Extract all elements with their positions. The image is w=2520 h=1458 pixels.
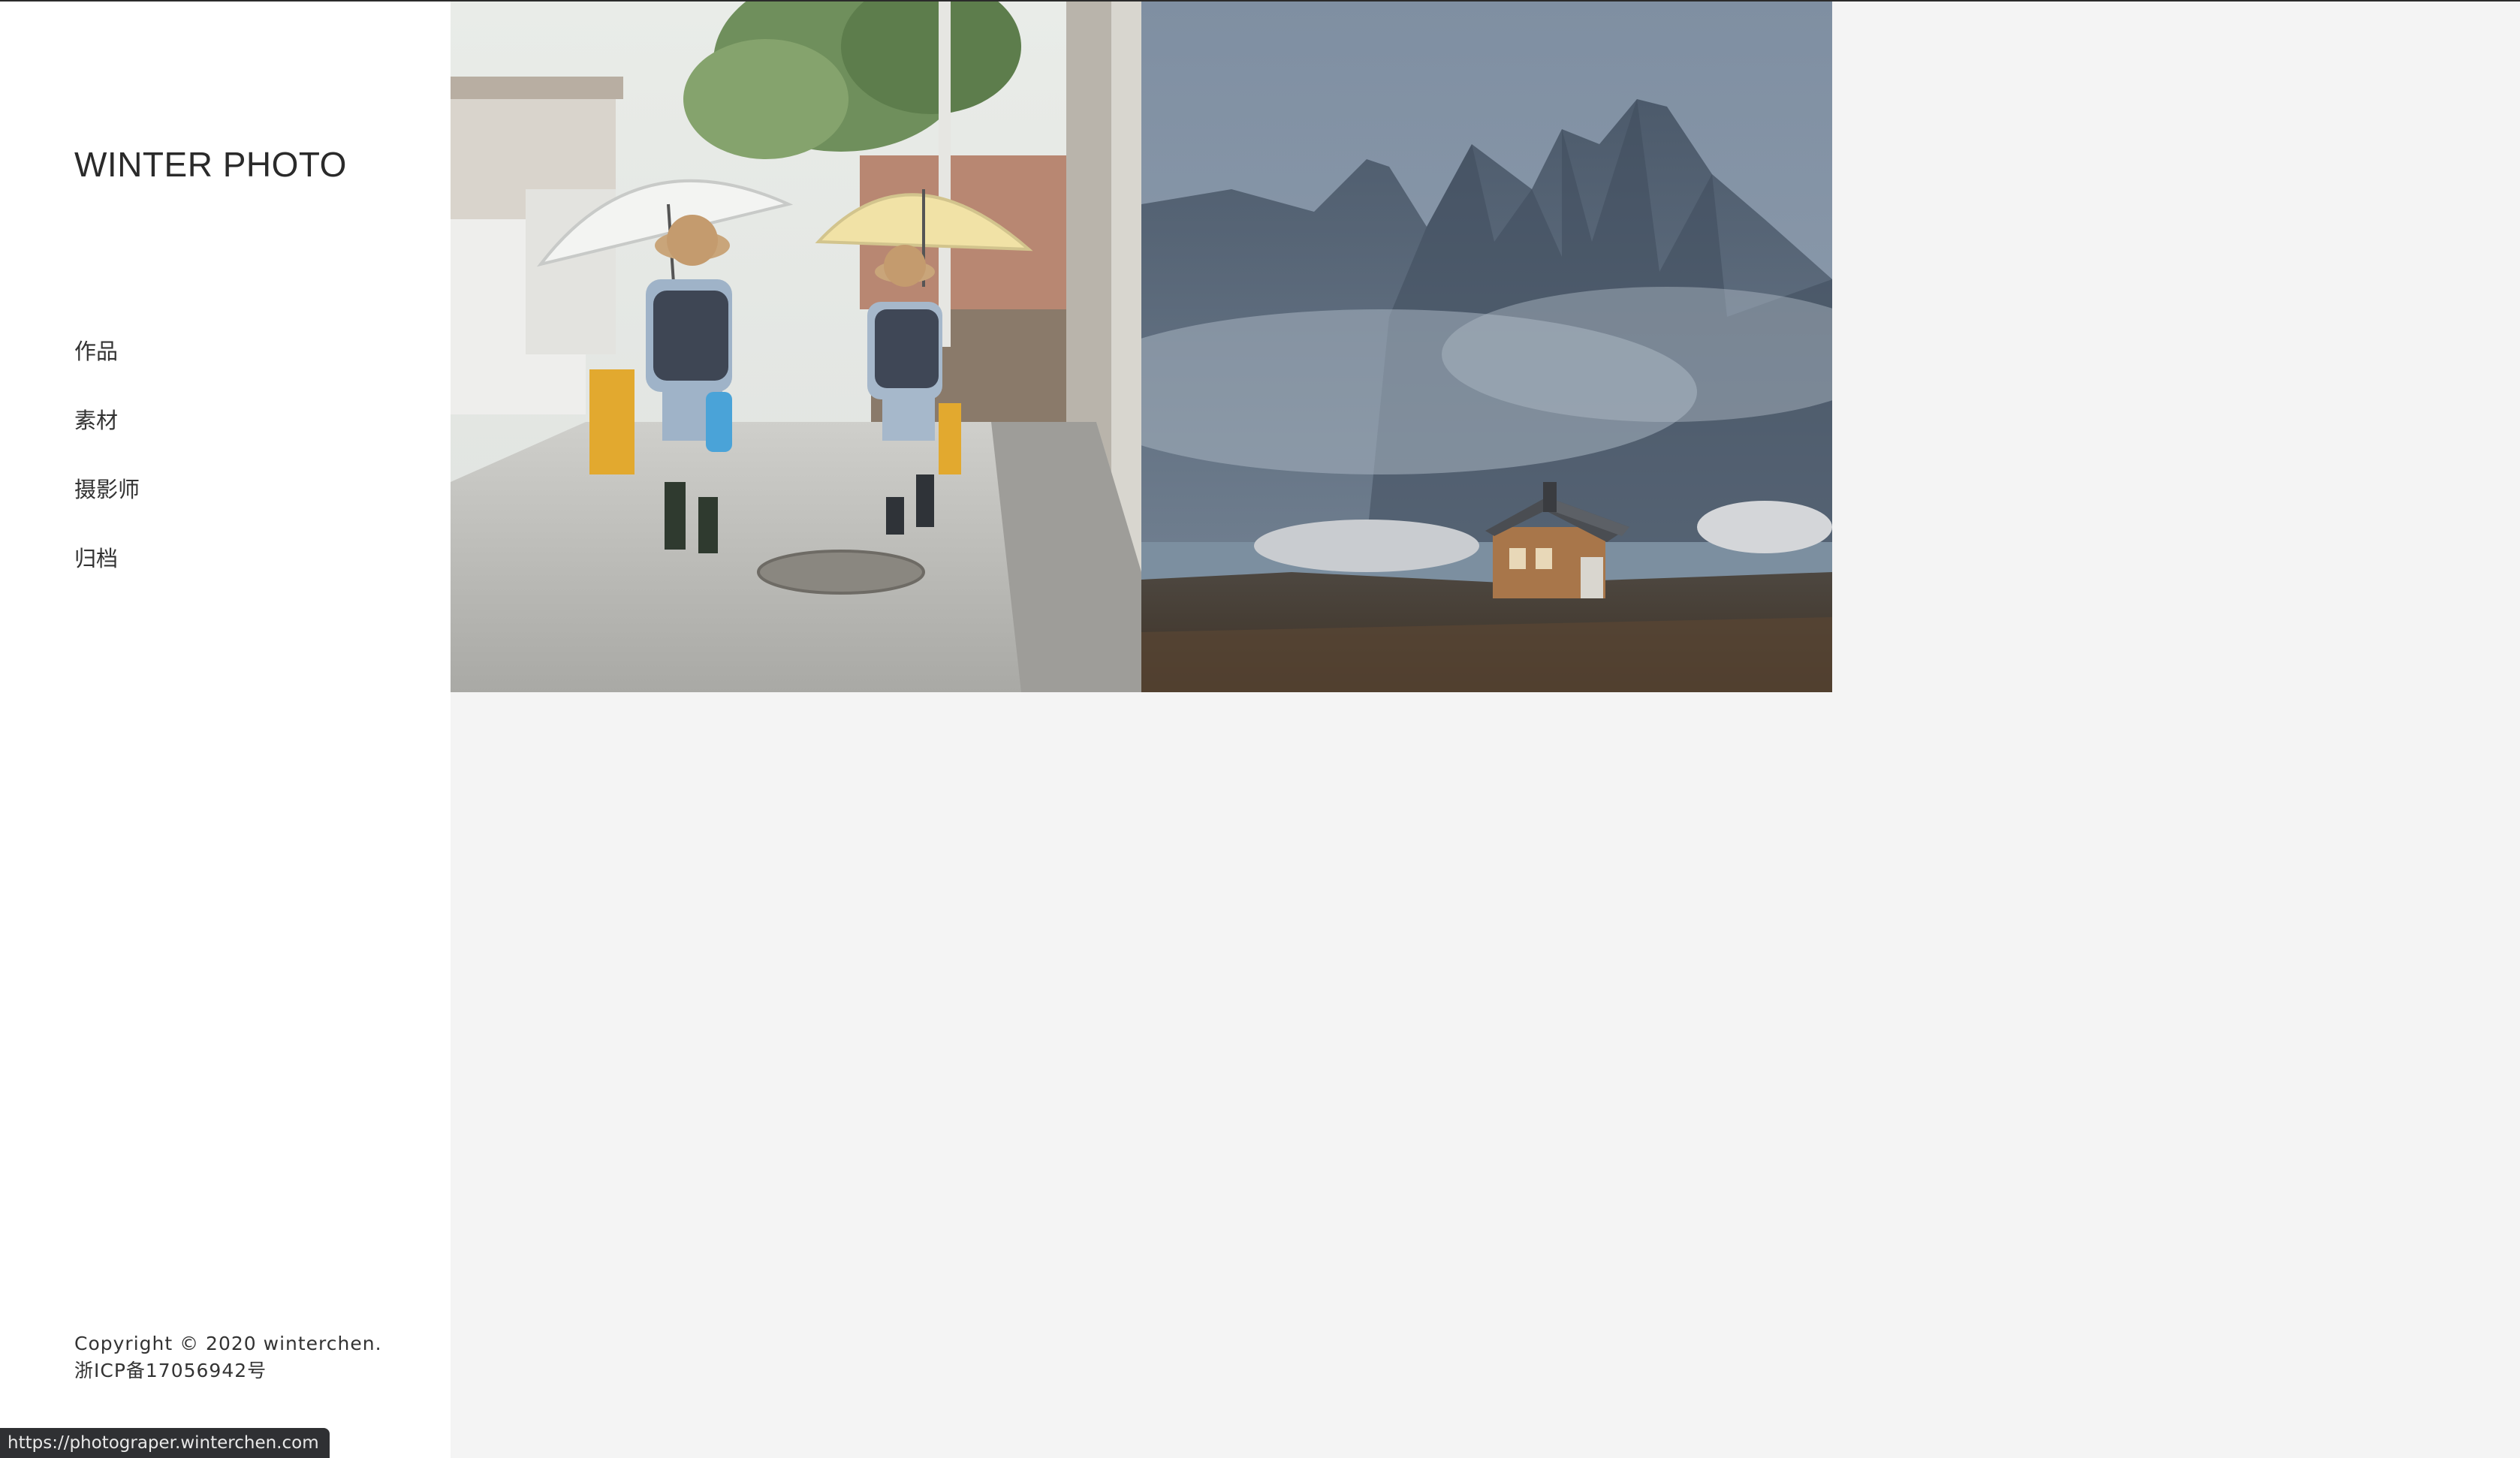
status-bar-url: https://photograper.winterchen.com	[0, 1428, 330, 1458]
nav-item-works[interactable]: 作品	[74, 336, 140, 405]
photo-children-umbrellas[interactable]	[451, 2, 1141, 692]
page: WINTER PHOTO 作品 素材 摄影师 归档 Copyright © 20…	[0, 0, 2520, 1458]
sidebar: WINTER PHOTO 作品 素材 摄影师 归档 Copyright © 20…	[0, 2, 451, 1458]
photo-mountain-cabin-image	[1141, 2, 1832, 692]
photo-mountain-cabin[interactable]	[1141, 2, 1832, 692]
nav-item-materials[interactable]: 素材	[74, 405, 140, 474]
footer: Copyright © 2020 winterchen. 浙ICP备170569…	[74, 1330, 382, 1384]
site-logo[interactable]: WINTER PHOTO	[74, 144, 347, 185]
photo-children-umbrellas-image	[451, 2, 1141, 692]
main-nav: 作品 素材 摄影师 归档	[74, 336, 140, 613]
nav-item-photographers[interactable]: 摄影师	[74, 474, 140, 544]
icp-link[interactable]: 浙ICP备17056942号	[74, 1357, 382, 1384]
nav-item-archive[interactable]: 归档	[74, 544, 140, 613]
photo-gallery	[451, 2, 1832, 692]
copyright-text: Copyright © 2020 winterchen.	[74, 1333, 382, 1354]
